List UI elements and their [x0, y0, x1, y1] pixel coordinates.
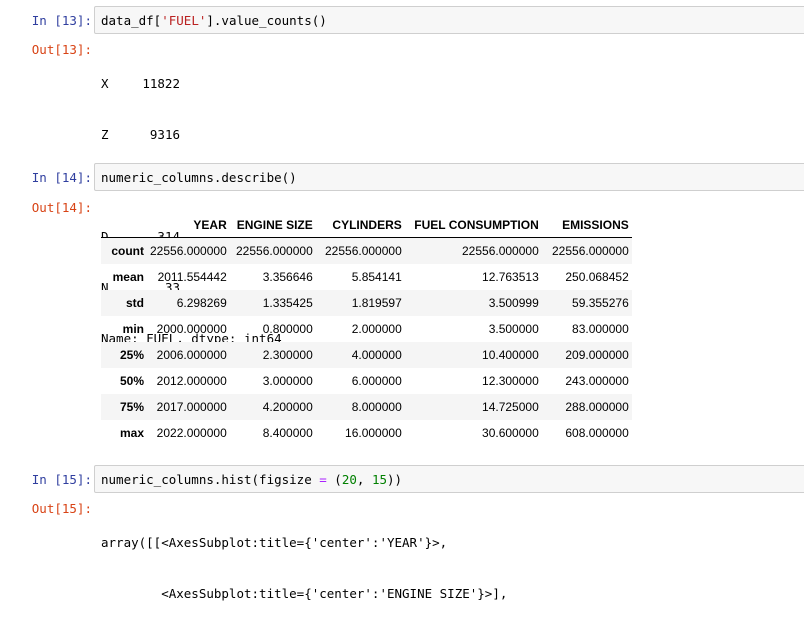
table-cell: 2.300000 [262, 348, 313, 362]
column-header: ENGINE SIZE [229, 212, 316, 238]
output-line: array([[<AxesSubplot:title={'center':'YE… [101, 535, 448, 550]
table-header-row: YEAR ENGINE SIZE CYLINDERS FUEL CONSUMPT… [101, 212, 632, 238]
table-cell: 250.068452 [565, 270, 629, 284]
table-cell: 12.300000 [482, 374, 539, 388]
table-cell: 1.819597 [351, 296, 402, 310]
column-header: EMISSIONS [541, 212, 632, 238]
code-text: numeric_columns.hist(figsize [101, 472, 320, 487]
table-cell: 22556.000000 [462, 244, 539, 258]
table-row: 75% 2017.000000 4.200000 8.000000 14.725… [101, 394, 632, 420]
cell-15-output-prompt: Out[15]: [31, 501, 92, 516]
table-cell: 3.500000 [488, 322, 539, 336]
table-row: min 2000.000000 0.800000 2.000000 3.5000… [101, 316, 632, 342]
cell-15-code-input[interactable]: numeric_columns.hist(figsize = (20, 15)) [94, 465, 804, 493]
table-row: 50% 2012.000000 3.000000 6.000000 12.300… [101, 368, 632, 394]
table-cell: 2.000000 [351, 322, 402, 336]
column-header: YEAR [147, 212, 230, 238]
code-text: ( [326, 472, 342, 487]
table-row: std 6.298269 1.335425 1.819597 3.500999 … [101, 290, 632, 316]
cell-15-input-prompt: In [15]: [31, 472, 92, 487]
row-label: 25% [119, 348, 144, 362]
table-cell: 22556.000000 [325, 244, 402, 258]
table-cell: 22556.000000 [552, 244, 629, 258]
table-cell: 288.000000 [565, 400, 629, 414]
table-cell: 22556.000000 [150, 244, 227, 258]
cell-14-code-input[interactable]: numeric_columns.describe() [94, 163, 804, 191]
table-cell: 83.000000 [572, 322, 629, 336]
table-cell: 3.356646 [262, 270, 313, 284]
row-label: std [126, 296, 144, 310]
table-row: 25% 2006.000000 2.300000 4.000000 10.400… [101, 342, 632, 368]
code-text: data_df[ [101, 13, 162, 28]
column-header: CYLINDERS [315, 212, 405, 238]
table-cell: 10.400000 [482, 348, 539, 362]
table-cell: 243.000000 [565, 374, 629, 388]
value-count-row: Z 9316 [101, 126, 282, 143]
index-header [101, 212, 147, 238]
cell-15-code: numeric_columns.hist(figsize = (20, 15)) [101, 471, 402, 488]
cell-13-input-prompt: In [13]: [31, 13, 92, 28]
table-row: count 22556.000000 22556.000000 22556.00… [101, 237, 632, 264]
code-text: )) [387, 472, 403, 487]
describe-table: YEAR ENGINE SIZE CYLINDERS FUEL CONSUMPT… [101, 212, 632, 446]
code-text: , [356, 472, 372, 487]
table-cell: 4.000000 [351, 348, 402, 362]
code-text: ].value_counts() [206, 13, 327, 28]
table-cell: 3.000000 [262, 374, 313, 388]
cell-14-input-prompt: In [14]: [31, 170, 92, 185]
row-label: count [111, 244, 144, 258]
table-cell: 5.854141 [351, 270, 402, 284]
code-string: 'FUEL' [161, 13, 207, 28]
code-number: 15 [371, 472, 388, 487]
table-cell: 2012.000000 [156, 374, 227, 388]
table-cell: 2006.000000 [156, 348, 227, 362]
value-count-key: Z [101, 127, 109, 142]
table-cell: 1.335425 [262, 296, 313, 310]
code-number: 20 [341, 472, 357, 487]
table-cell: 608.000000 [565, 426, 629, 440]
table-cell: 12.763513 [482, 270, 539, 284]
table-row: max 2022.000000 8.400000 16.000000 30.60… [101, 420, 632, 446]
value-count-value: 9316 [149, 127, 180, 142]
table-cell: 8.000000 [351, 400, 402, 414]
table-cell: 30.600000 [482, 426, 539, 440]
value-count-value: 11822 [142, 76, 180, 91]
table-cell: 2017.000000 [156, 400, 227, 414]
row-label: min [122, 322, 144, 336]
table-cell: 209.000000 [565, 348, 629, 362]
table-cell: 16.000000 [345, 426, 402, 440]
table-cell: 0.800000 [262, 322, 313, 336]
output-line: <AxesSubplot:title={'center':'ENGINE SIZ… [101, 586, 508, 601]
row-label: 50% [119, 374, 144, 388]
table-cell: 8.400000 [262, 426, 313, 440]
table-cell: 6.298269 [176, 296, 227, 310]
table-cell: 3.500999 [488, 296, 539, 310]
cell-13-code: data_df['FUEL'].value_counts() [101, 12, 327, 29]
value-count-key: X [101, 76, 109, 91]
code-operator: = [319, 472, 327, 487]
table-cell: 2011.554442 [157, 270, 227, 284]
table-cell: 2000.000000 [156, 322, 227, 336]
cell-15-output: array([[<AxesSubplot:title={'center':'YE… [101, 500, 507, 619]
cell-14-code: numeric_columns.describe() [101, 170, 297, 185]
table-cell: 2022.000000 [156, 426, 227, 440]
row-label: max [119, 426, 144, 440]
value-count-row: X 11822 [101, 75, 282, 92]
table-cell: 22556.000000 [236, 244, 313, 258]
table-cell: 6.000000 [351, 374, 402, 388]
row-label: mean [112, 270, 144, 284]
table-cell: 59.355276 [572, 296, 629, 310]
table-cell: 4.200000 [262, 400, 313, 414]
cell-14-output-prompt: Out[14]: [31, 200, 92, 215]
cell-13-output-prompt: Out[13]: [31, 42, 92, 57]
table-row: mean 2011.554442 3.356646 5.854141 12.76… [101, 264, 632, 290]
row-label: 75% [119, 400, 144, 414]
table-cell: 14.725000 [482, 400, 539, 414]
column-header: FUEL CONSUMPTION [404, 212, 542, 238]
cell-13-code-input[interactable]: data_df['FUEL'].value_counts() [94, 6, 804, 34]
